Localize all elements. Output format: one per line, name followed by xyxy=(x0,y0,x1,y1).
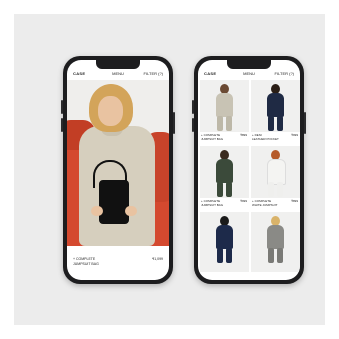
model-hand xyxy=(91,206,103,216)
product-card[interactable]: + DENI LEATHER POCKET ₹999 xyxy=(251,80,300,144)
product-name: JUMPSUIT BAG xyxy=(201,137,224,141)
filter-link[interactable]: FILTER (?) xyxy=(144,71,163,76)
model-leg xyxy=(226,116,232,131)
volume-button xyxy=(61,118,63,132)
power-button xyxy=(173,112,175,134)
model-leg xyxy=(268,248,274,263)
app-header: CASE MENU FILTER (?) xyxy=(67,69,169,79)
product-card[interactable] xyxy=(251,212,300,276)
product-grid: + COMPLETE JUMPSUIT BAG ₹899 + DENI LEAT… xyxy=(200,80,300,280)
model-outfit xyxy=(267,93,284,117)
product-name: WHITE JUMPSUIT xyxy=(252,203,278,207)
product-image xyxy=(200,80,249,132)
product-image xyxy=(251,146,300,198)
product-price: ₹1,099 xyxy=(152,257,163,261)
product-name: LEATHER POCKET xyxy=(252,137,279,141)
model-leg xyxy=(217,116,223,131)
model-outfit xyxy=(216,159,233,183)
app-header: CASE MENU FILTER (?) xyxy=(198,69,300,79)
volume-button xyxy=(192,118,194,132)
product-card[interactable] xyxy=(200,212,249,276)
product-card[interactable]: + COMPLETE WHITE JUMPSUIT ₹899 xyxy=(251,146,300,210)
product-image xyxy=(251,80,300,132)
phone-mockup-right: CASE MENU FILTER (?) + COMPLETE JUMPSUIT… xyxy=(192,56,306,284)
product-image xyxy=(200,146,249,198)
volume-button xyxy=(61,100,63,114)
model-leg xyxy=(226,248,232,263)
product-card[interactable]: + COMPLETE JUMPSUIT BAG ₹999 xyxy=(200,146,249,210)
phone-screen-right: CASE MENU FILTER (?) + COMPLETE JUMPSUIT… xyxy=(198,60,300,280)
product-image xyxy=(251,212,300,272)
model-leg xyxy=(277,248,283,263)
product-name: + COMPLETE xyxy=(73,257,96,261)
model-outfit xyxy=(216,225,233,249)
power-button xyxy=(304,112,306,134)
model-face xyxy=(98,96,123,126)
black-bucket-bag xyxy=(99,180,129,224)
product-card[interactable]: + COMPLETE JUMPSUIT BAG ₹899 xyxy=(200,80,249,144)
model-leg xyxy=(268,182,274,197)
product-price: ₹899 xyxy=(291,199,298,203)
product-name: JUMPSUIT BAG xyxy=(73,262,99,266)
product-caption[interactable]: + COMPLETE JUMPSUIT BAG ₹1,099 xyxy=(67,248,169,278)
product-price: ₹999 xyxy=(291,133,298,137)
model-leg xyxy=(277,116,283,131)
product-name: JUMPSUIT BAG xyxy=(201,203,224,207)
model-leg xyxy=(217,248,223,263)
model-leg xyxy=(226,182,232,197)
phone-notch xyxy=(227,60,271,69)
phone-mockup-left: CASE MENU FILTER (?) + COMPLETE JUMPSUIT… xyxy=(61,56,175,284)
model-outfit xyxy=(216,93,233,117)
model-leg xyxy=(217,182,223,197)
phone-screen-left: CASE MENU FILTER (?) + COMPLETE JUMPSUIT… xyxy=(67,60,169,280)
product-price: ₹899 xyxy=(240,133,247,137)
product-image xyxy=(200,212,249,272)
model-hand xyxy=(125,206,137,216)
product-price: ₹999 xyxy=(240,199,247,203)
volume-button xyxy=(192,100,194,114)
product-hero-image[interactable] xyxy=(67,80,169,246)
model-outfit xyxy=(267,225,284,249)
model-leg xyxy=(268,116,274,131)
phone-notch xyxy=(96,60,140,69)
model-leg xyxy=(277,182,283,197)
filter-link[interactable]: FILTER (?) xyxy=(275,71,294,76)
